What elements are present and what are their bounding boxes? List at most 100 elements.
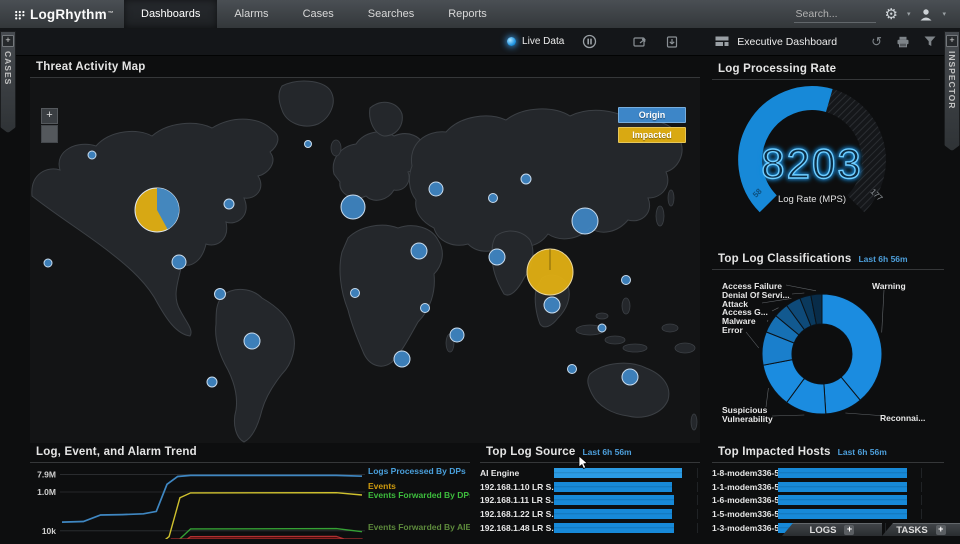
map-marker-origin[interactable] (411, 243, 427, 259)
gear-caret-icon[interactable]: ▾ (907, 10, 911, 18)
map-marker-origin[interactable] (44, 259, 52, 267)
tasks-add-icon[interactable]: + (936, 525, 946, 535)
map-landmass (370, 102, 403, 136)
bar-track (554, 509, 700, 519)
tasks-tab[interactable]: TASKS + (882, 523, 960, 536)
dashboard-selector[interactable]: Executive Dashboard (737, 36, 837, 48)
bar-row-label: 1-5-modem336-5... (712, 509, 778, 519)
map-marker-origin[interactable] (598, 324, 606, 332)
undo-icon[interactable]: ↺ (871, 35, 882, 48)
trend-panel-title: Log, Event, and Alarm Trend (36, 446, 197, 458)
bar-fill[interactable] (554, 495, 674, 505)
map-marker-origin[interactable] (172, 255, 186, 269)
map-marker-origin[interactable] (622, 276, 631, 285)
map-zoom-slider[interactable] (41, 125, 58, 143)
bar-fill[interactable] (778, 482, 907, 492)
donut-label: Malware (722, 316, 756, 326)
map-marker-origin[interactable] (489, 249, 505, 265)
map-marker-origin[interactable] (572, 208, 598, 234)
search-input[interactable] (794, 6, 876, 23)
logs-tab-label: LOGS (810, 525, 837, 536)
map-marker-origin[interactable] (429, 182, 443, 196)
inspector-side-tab[interactable]: + INSPECTOR (944, 31, 960, 151)
bar-row: 192.168.1.11 LR S... (480, 494, 700, 508)
nav-tab-reports[interactable]: Reports (431, 0, 504, 28)
printer-icon[interactable] (896, 36, 910, 48)
nav-tab-alarms[interactable]: Alarms (217, 0, 285, 28)
inspector-add-icon[interactable]: + (946, 35, 958, 47)
logo-trademark: ™ (108, 11, 114, 17)
cases-tab-label: CASES (3, 51, 13, 85)
impacted-hosts-panel-title: Top Impacted Hosts (718, 446, 831, 458)
trend-chart: 7.9M1.0M10kLogs Processed By DPsEventsEv… (30, 463, 470, 539)
map-marker-origin[interactable] (489, 194, 498, 203)
bar-fill[interactable] (778, 509, 907, 519)
map-marker-origin[interactable] (544, 297, 560, 313)
bar-track (554, 482, 700, 492)
cases-side-tab[interactable]: + CASES (0, 31, 16, 133)
donut-label: Error (722, 325, 743, 335)
map-panel-title: Threat Activity Map (36, 61, 145, 73)
map-marker-origin[interactable] (341, 195, 365, 219)
bar-fill[interactable] (778, 468, 907, 478)
gear-icon[interactable]: ⚙ (885, 7, 898, 22)
popout-widget-icon[interactable] (633, 36, 647, 48)
donut-leader-line (772, 415, 804, 416)
legend-origin[interactable]: Origin (618, 107, 686, 123)
donut-leader-line (767, 320, 768, 322)
map-marker-origin[interactable] (622, 369, 638, 385)
trend-line-series-1 (158, 493, 362, 539)
map-marker-origin[interactable] (450, 328, 464, 342)
map-marker-origin[interactable] (394, 351, 410, 367)
map-island (668, 190, 674, 206)
bar-row-label: 192.168.1.48 LR S... (480, 523, 554, 533)
donut-label: Denial Of Servi... (722, 290, 790, 300)
nav-tab-searches[interactable]: Searches (351, 0, 431, 28)
map-island (623, 344, 647, 352)
bar-fill[interactable] (554, 523, 674, 533)
map-marker-origin[interactable] (224, 199, 234, 209)
pause-icon[interactable] (582, 34, 597, 49)
map-marker-origin[interactable] (305, 141, 312, 148)
map-marker-origin[interactable] (215, 289, 226, 300)
map-marker-impacted[interactable] (527, 249, 573, 295)
bar-fill[interactable] (554, 482, 672, 492)
gauge-unit-label: Log Rate (MPS) (778, 194, 846, 205)
donut-label: Access Failure (722, 281, 782, 291)
user-icon[interactable] (919, 8, 933, 21)
map-marker-origin[interactable] (207, 377, 217, 387)
save-layout-icon[interactable] (665, 36, 679, 48)
map-marker-mixed[interactable] (135, 188, 179, 232)
user-caret-icon[interactable]: ▾ (942, 10, 946, 18)
map-landmass (216, 289, 295, 442)
map-marker-origin[interactable] (521, 174, 531, 184)
bar-track (778, 482, 944, 492)
legend-impacted[interactable]: Impacted (618, 127, 686, 143)
bar-fill[interactable] (778, 495, 907, 505)
nav-tab-cases[interactable]: Cases (286, 0, 351, 28)
map-zoom-in-button[interactable]: + (41, 108, 58, 124)
top-nav: LogRhythm ™ DashboardsAlarmsCasesSearche… (0, 0, 960, 29)
map-marker-origin[interactable] (351, 289, 360, 298)
map-marker-origin[interactable] (88, 151, 96, 159)
trend-line-series-0 (62, 475, 362, 522)
cases-add-icon[interactable]: + (2, 35, 14, 47)
map-marker-origin[interactable] (244, 333, 260, 349)
dashboard-layout-icon[interactable] (715, 36, 729, 47)
live-data-indicator[interactable] (507, 37, 516, 46)
map-marker-origin[interactable] (421, 304, 430, 313)
donut-label: Warning (872, 281, 906, 291)
filter-icon[interactable] (924, 36, 936, 47)
log-rate-gauge: 82038203Log Rate (MPS)58177 (712, 80, 930, 238)
logs-add-icon[interactable]: + (844, 525, 854, 535)
logs-tab[interactable]: LOGS + (782, 523, 882, 536)
world-map (30, 78, 700, 443)
nav-tab-dashboards[interactable]: Dashboards (124, 0, 217, 28)
bar-fill[interactable] (554, 468, 682, 478)
bar-row: 1-1-modem336-5... (712, 480, 944, 494)
bar-track (778, 468, 944, 478)
logo-icon (14, 7, 26, 21)
bar-track (778, 495, 944, 505)
bar-fill[interactable] (554, 509, 672, 519)
map-marker-origin[interactable] (568, 365, 577, 374)
